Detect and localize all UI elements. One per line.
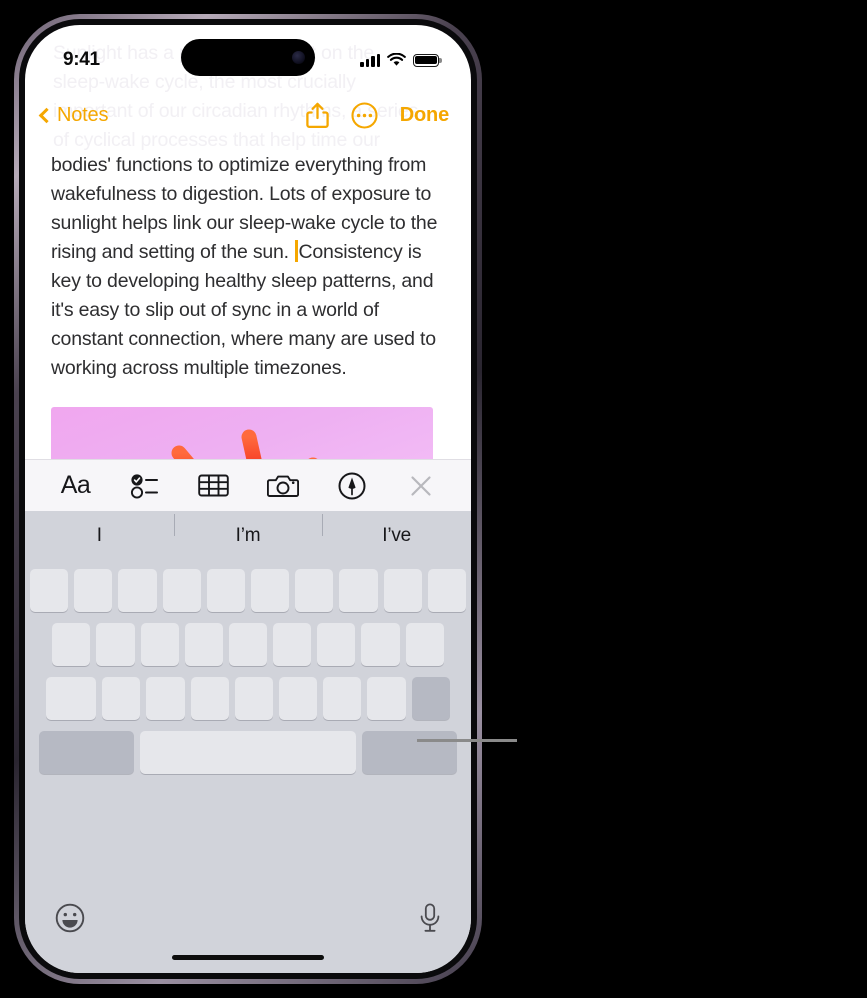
back-button-label: Notes (57, 103, 109, 126)
key[interactable] (279, 677, 318, 720)
key[interactable] (367, 677, 406, 720)
keyboard-row-1 (25, 569, 471, 612)
back-button[interactable]: Notes (38, 103, 109, 127)
key[interactable] (30, 569, 69, 612)
key[interactable] (52, 623, 91, 666)
keyboard: I I’m I’ve (25, 511, 471, 973)
return-key[interactable] (362, 731, 457, 774)
dynamic-island (181, 39, 315, 76)
key[interactable] (251, 569, 290, 612)
key[interactable] (323, 677, 362, 720)
shift-key[interactable] (46, 677, 97, 720)
table-icon (198, 474, 229, 497)
more-options-button[interactable] (351, 101, 378, 129)
predictive-text-bar: I I’m I’ve (25, 511, 471, 561)
key[interactable] (234, 677, 273, 720)
front-camera-icon (292, 51, 305, 64)
close-keyboard-button[interactable] (398, 466, 444, 506)
screenshot-root: Sunlight has a profound impact on the sl… (0, 0, 867, 998)
keyboard-bottom-bar (25, 889, 471, 973)
key[interactable] (96, 623, 135, 666)
key[interactable] (118, 569, 157, 612)
status-time: 9:41 (63, 49, 100, 70)
markup-button[interactable] (329, 466, 375, 506)
key[interactable] (383, 569, 422, 612)
delete-key[interactable] (411, 677, 450, 720)
keyboard-row-4 (25, 731, 471, 774)
key[interactable] (339, 569, 378, 612)
text-format-icon: Aa (60, 471, 91, 499)
prediction-0[interactable]: I (25, 525, 174, 547)
format-toolbar: Aa (25, 459, 471, 511)
status-indicators (360, 53, 442, 67)
prediction-1[interactable]: I’m (173, 514, 323, 547)
home-indicator[interactable] (172, 955, 324, 960)
key[interactable] (184, 623, 223, 666)
key[interactable] (190, 677, 229, 720)
key[interactable] (228, 623, 268, 666)
chevron-left-icon (38, 107, 55, 123)
camera-button[interactable] (260, 466, 306, 506)
camera-icon (266, 475, 299, 497)
nav-bar: Notes Done (25, 93, 471, 137)
key[interactable] (295, 569, 334, 612)
cellular-signal-icon (360, 53, 380, 67)
table-button[interactable] (191, 466, 237, 506)
text-caret (295, 240, 298, 262)
key[interactable] (140, 623, 179, 666)
checklist-button[interactable] (122, 466, 168, 506)
keyboard-rows (25, 561, 471, 774)
nav-actions: Done (306, 101, 449, 129)
key[interactable] (317, 623, 356, 666)
keyboard-key-callout-line (417, 739, 517, 742)
text-format-button[interactable]: Aa (53, 466, 99, 506)
key-callout-target[interactable] (405, 623, 444, 666)
ellipsis-circle-icon (351, 101, 378, 129)
checklist-icon (130, 473, 158, 499)
phone-frame: Sunlight has a profound impact on the sl… (14, 14, 482, 984)
key[interactable] (74, 569, 113, 612)
key[interactable] (273, 623, 312, 666)
key[interactable] (102, 677, 141, 720)
key[interactable] (146, 677, 185, 720)
note-paragraph: bodies' functions to optimize everything… (51, 151, 445, 383)
share-icon (306, 102, 329, 128)
dictation-button[interactable] (419, 903, 441, 933)
key[interactable] (427, 569, 466, 612)
battery-full-icon (413, 53, 442, 67)
share-button[interactable] (306, 102, 329, 129)
key[interactable] (361, 623, 400, 666)
done-button[interactable]: Done (400, 104, 449, 127)
wifi-icon (387, 53, 406, 66)
emoji-smiley-icon (55, 903, 85, 933)
key[interactable] (162, 569, 201, 612)
numbers-key[interactable] (39, 731, 134, 774)
microphone-icon (420, 903, 440, 932)
markup-pen-icon (338, 472, 365, 499)
close-icon (410, 475, 431, 496)
prediction-2[interactable]: I’ve (322, 514, 471, 547)
phone-screen: Sunlight has a profound impact on the sl… (25, 25, 471, 973)
keyboard-row-2 (25, 623, 471, 666)
emoji-button[interactable] (55, 903, 85, 933)
phone-bezel: Sunlight has a profound impact on the sl… (19, 19, 477, 979)
space-key[interactable] (140, 731, 356, 774)
keyboard-row-3 (25, 677, 471, 720)
key[interactable] (206, 569, 245, 612)
